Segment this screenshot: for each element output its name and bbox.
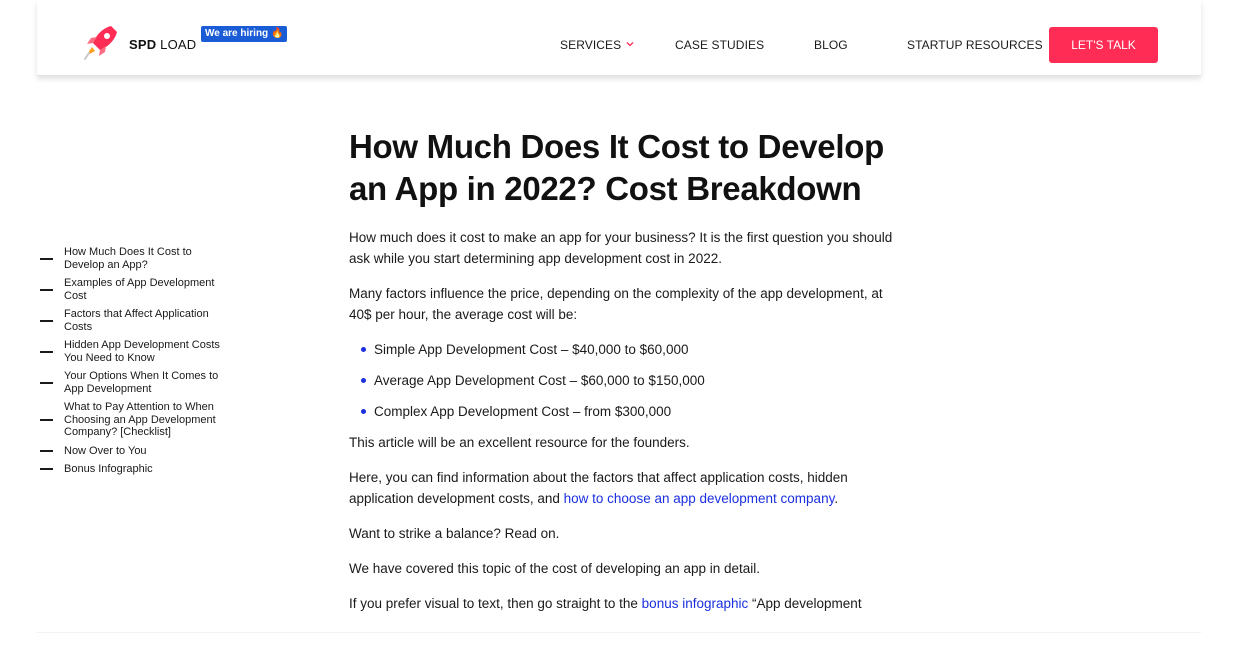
article-paragraph: Want to strike a balance? Read on. bbox=[349, 526, 560, 541]
article-paragraph: How much does it cost to make an app for… bbox=[349, 230, 893, 266]
list-item-text: Simple App Development Cost – $40,000 to… bbox=[374, 342, 689, 357]
list-item: Average App Development Cost – $60,000 t… bbox=[349, 370, 894, 391]
toc-item-label: Now Over to You bbox=[64, 444, 147, 457]
toc-item[interactable]: Bonus Infographic bbox=[40, 463, 240, 476]
toc-item-label: How Much Does It Cost to Develop an App? bbox=[64, 246, 192, 271]
toc-item-label: Examples of App Development Cost bbox=[64, 277, 215, 302]
toc-dash bbox=[40, 319, 53, 322]
toc-item-label: Factors that Affect Application Costs bbox=[64, 308, 209, 333]
logo-text: SPD LOAD bbox=[129, 36, 197, 52]
cost-list: Simple App Development Cost – $40,000 to… bbox=[349, 339, 894, 422]
toc-item[interactable]: Now Over to You bbox=[40, 445, 240, 458]
toc-item[interactable]: How Much Does It Cost to Develop an App? bbox=[40, 246, 240, 271]
list-item-text: Complex App Development Cost – from $300… bbox=[374, 404, 672, 419]
choose-company-link[interactable]: how to choose an app development company bbox=[564, 491, 835, 506]
nav-services[interactable]: SERVICES bbox=[560, 38, 634, 52]
article-paragraph: This article will be an excellent resour… bbox=[349, 435, 690, 450]
article-paragraph: Many factors influence the price, depend… bbox=[349, 286, 883, 322]
logo[interactable]: SPD LOAD bbox=[81, 22, 196, 62]
nav-startup-resources[interactable]: STARTUP RESOURCES bbox=[907, 38, 1043, 52]
toc-item-label: What to Pay Attention to When Choosing a… bbox=[64, 401, 216, 438]
toc-item[interactable]: Your Options When It Comes to App Develo… bbox=[40, 370, 240, 395]
divider bbox=[37, 632, 1201, 633]
bonus-infographic-link[interactable]: bonus infographic bbox=[642, 596, 749, 611]
toc-dash bbox=[40, 257, 53, 260]
toc-item[interactable]: Factors that Affect Application Costs bbox=[40, 308, 240, 333]
article-paragraph: If you prefer visual to text, then go st… bbox=[349, 593, 894, 614]
lets-talk-button[interactable]: LET'S TALK bbox=[1049, 27, 1158, 63]
toc-dash bbox=[40, 449, 53, 452]
bullet-dot-icon bbox=[361, 347, 366, 352]
toc-item[interactable]: Hidden App Development Costs You Need to… bbox=[40, 339, 240, 364]
toc-item[interactable]: Examples of App Development Cost bbox=[40, 277, 240, 302]
toc-item[interactable]: What to Pay Attention to When Choosing a… bbox=[40, 401, 240, 439]
site-header: SPD LOAD We are hiring 🔥 SERVICES CASE S… bbox=[37, 0, 1201, 76]
nav-case-studies[interactable]: CASE STUDIES bbox=[675, 38, 764, 52]
table-of-contents: How Much Does It Cost to Develop an App?… bbox=[40, 246, 240, 482]
toc-item-label: Bonus Infographic bbox=[64, 463, 153, 475]
paragraph-text: “App development bbox=[748, 596, 862, 611]
toc-dash bbox=[40, 418, 53, 421]
bullet-dot-icon bbox=[361, 378, 366, 383]
toc-dash bbox=[40, 288, 53, 291]
toc-item-label: Your Options When It Comes to App Develo… bbox=[64, 370, 219, 395]
toc-dash bbox=[40, 350, 53, 353]
article-paragraph: We have covered this topic of the cost o… bbox=[349, 561, 761, 576]
nav-blog[interactable]: BLOG bbox=[814, 38, 848, 52]
nav-services-label: SERVICES bbox=[560, 38, 622, 52]
toc-dash bbox=[40, 381, 53, 384]
article: How Much Does It Cost to Develop an App … bbox=[349, 126, 894, 614]
paragraph-text: If you prefer visual to text, then go st… bbox=[349, 596, 642, 611]
list-item-text: Average App Development Cost – $60,000 t… bbox=[374, 373, 705, 388]
toc-item-label: Hidden App Development Costs You Need to… bbox=[64, 339, 220, 364]
article-paragraph: Here, you can find information about the… bbox=[349, 467, 894, 509]
chevron-down-icon bbox=[626, 42, 634, 47]
rocket-logo-icon bbox=[84, 26, 117, 60]
list-item: Simple App Development Cost – $40,000 to… bbox=[349, 339, 894, 360]
hiring-badge[interactable]: We are hiring 🔥 bbox=[201, 26, 288, 42]
list-item: Complex App Development Cost – from $300… bbox=[349, 401, 894, 422]
paragraph-text: . bbox=[834, 491, 839, 506]
bullet-dot-icon bbox=[361, 409, 366, 414]
article-title: How Much Does It Cost to Develop an App … bbox=[349, 128, 884, 207]
toc-dash bbox=[40, 468, 53, 471]
